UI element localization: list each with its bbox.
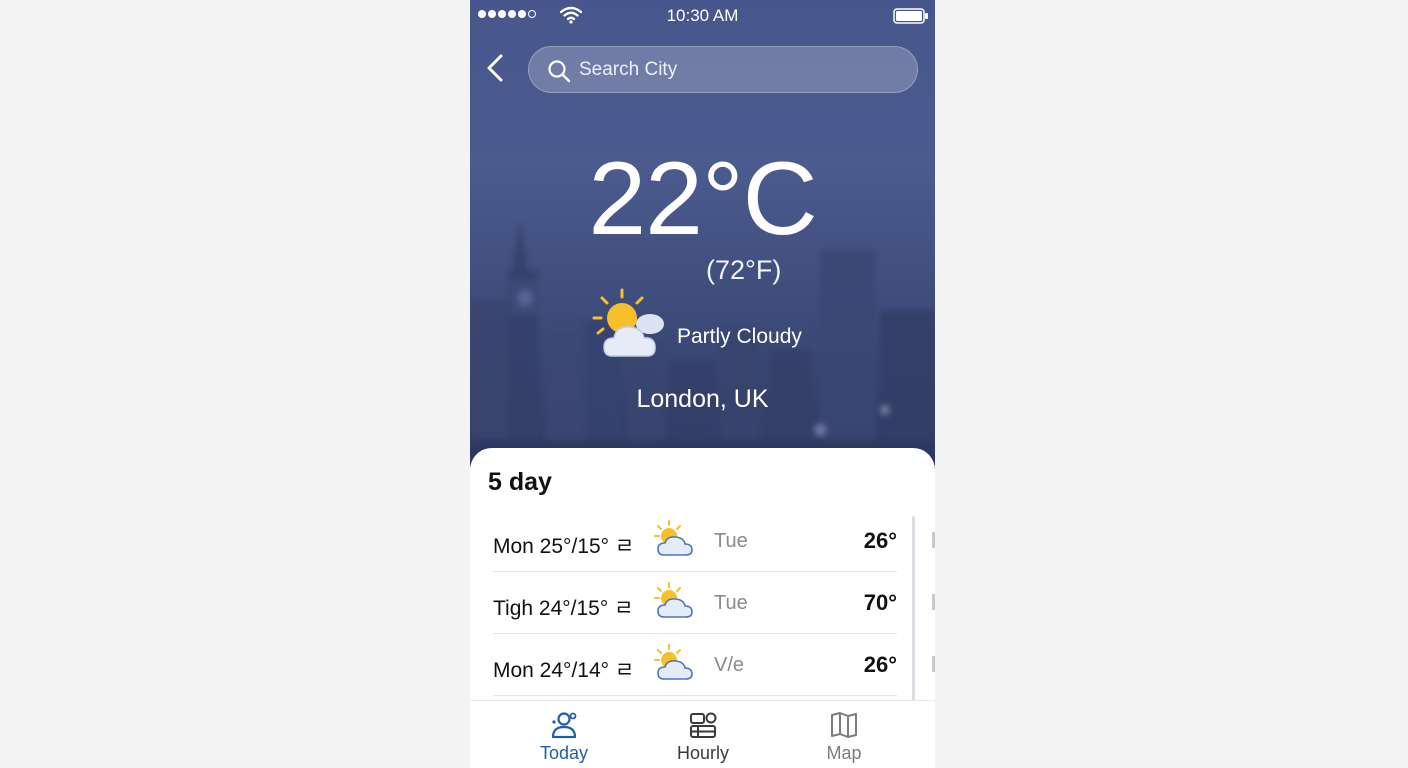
tab-hourly-label: Hourly: [676, 743, 729, 763]
partly-cloudy-icon: [592, 288, 664, 357]
next-column-edge: [932, 594, 935, 610]
forecast-row-day: Tue: [714, 530, 748, 552]
back-button[interactable]: [482, 52, 508, 84]
forecast-row[interactable]: Mon 25°/15° ㄹ Tue 26°: [493, 510, 897, 572]
forecast-row-summary: Tigh 24°/15° ㄹ: [493, 597, 634, 620]
location-label: London, UK: [636, 385, 769, 413]
current-temperature-fahrenheit: (72°F): [706, 255, 782, 285]
hourly-icon: [690, 712, 717, 738]
status-bar: 10:30 AM: [470, 0, 935, 30]
tab-today-label: Today: [539, 743, 589, 763]
forecast-row-day: V/e: [714, 654, 745, 676]
forecast-row[interactable]: Tigh 24°/15° ㄹ Tue 70°: [493, 572, 897, 634]
map-icon: [831, 712, 857, 738]
tab-hourly[interactable]: Hourly: [643, 701, 763, 768]
search-city-input[interactable]: [579, 47, 899, 92]
condition-label: Partly Cloudy: [677, 325, 802, 348]
forecast-row-high: 26°: [863, 528, 897, 553]
search-bar[interactable]: [528, 46, 918, 93]
partly-cloudy-icon: [654, 644, 693, 680]
row-divider: [493, 695, 897, 696]
status-time: 10:30 AM: [666, 6, 739, 25]
forecast-row-summary: Mon 25°/15° ㄹ: [493, 535, 635, 558]
current-temperature-celsius: 22°C: [588, 141, 817, 257]
today-icon: [551, 712, 577, 739]
tab-bar: Today Hourly Map: [470, 700, 935, 768]
forecast-row-high: 70°: [863, 590, 897, 615]
scroll-indicator[interactable]: [912, 516, 915, 701]
forecast-row-day: Tue: [714, 592, 748, 614]
battery-icon: [893, 8, 928, 24]
forecast-row[interactable]: Mon 24°/14° ㄹ V/e 26°: [493, 634, 897, 696]
next-column-edge: [932, 532, 935, 548]
next-column-edge: [932, 656, 935, 672]
search-icon: [548, 60, 571, 83]
tab-map-label: Map: [826, 743, 862, 763]
partly-cloudy-icon: [654, 582, 693, 618]
partly-cloudy-icon: [654, 520, 693, 556]
forecast-row-high: 26°: [863, 652, 897, 677]
phone-screen: 10:30 AM 22°C (72°F): [470, 0, 935, 768]
tab-today[interactable]: Today: [504, 701, 624, 768]
forecast-row-summary: Mon 24°/14° ㄹ: [493, 659, 635, 682]
weather-hero: 10:30 AM 22°C (72°F): [470, 0, 935, 470]
forecast-title: 5 day: [488, 468, 552, 496]
tab-map[interactable]: Map: [784, 701, 904, 768]
